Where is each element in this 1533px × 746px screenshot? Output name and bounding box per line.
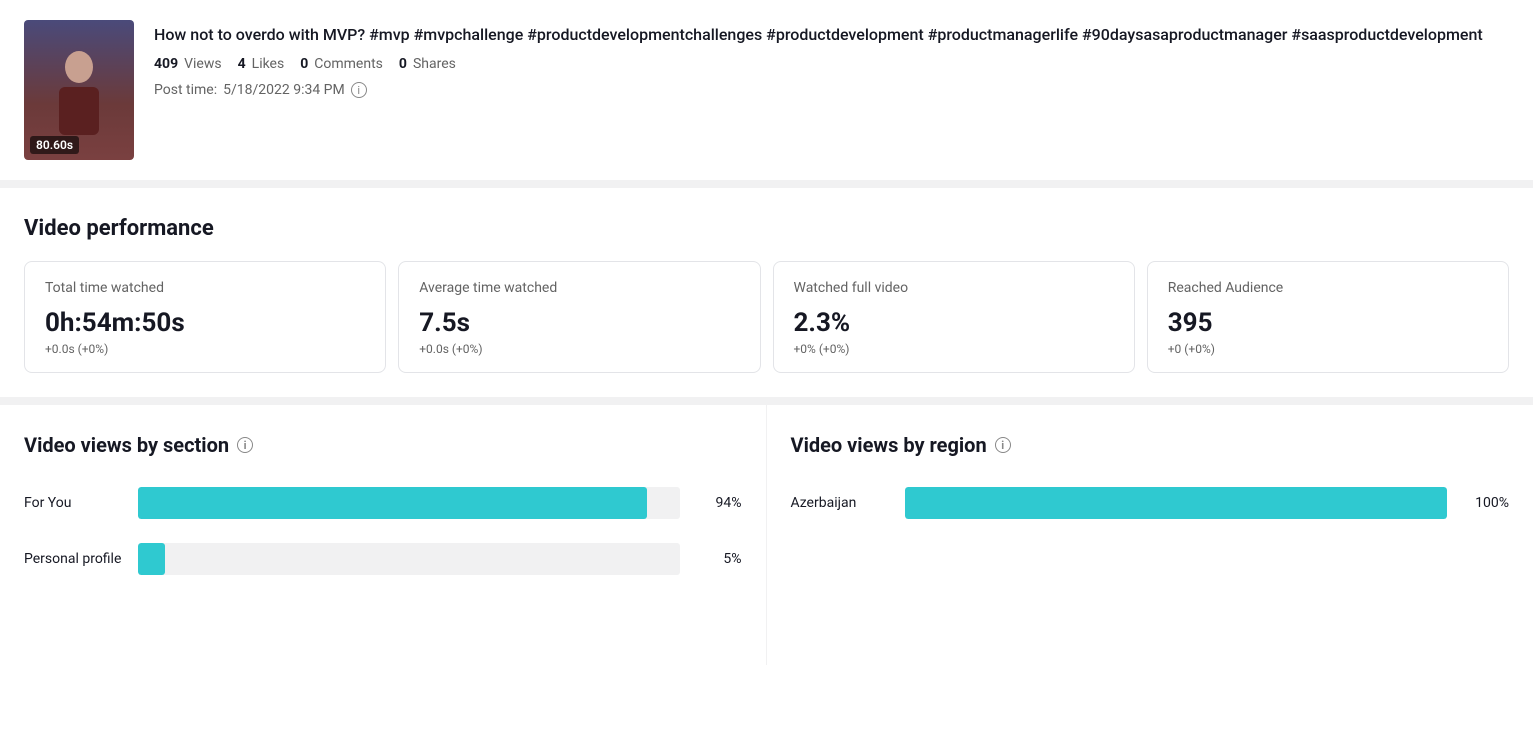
comments-count: 0 (300, 56, 308, 72)
metric-card: Watched full video 2.3% +0% (+0%) (773, 261, 1135, 373)
bar-track (138, 543, 680, 575)
bar-fill (138, 543, 165, 575)
views-by-region-title: Video views by region i (791, 433, 1510, 457)
metric-value: 0h:54m:50s (45, 308, 365, 338)
shares-label: Shares (413, 56, 456, 72)
bar-label: Azerbaijan (791, 495, 891, 511)
views-by-region-panel: Video views by region i Azerbaijan 100% (767, 405, 1533, 665)
likes-label: Likes (252, 56, 285, 72)
metric-change: +0% (+0%) (794, 342, 1114, 356)
bar-track (905, 487, 1448, 519)
bar-label: Personal profile (24, 551, 124, 567)
bar-fill (905, 487, 1448, 519)
views-by-section-info-icon[interactable]: i (237, 437, 253, 453)
post-section: 80.60s How not to overdo with MVP? #mvp … (0, 0, 1533, 188)
bar-fill (138, 487, 647, 519)
comments-label: Comments (314, 56, 383, 72)
metric-change: +0.0s (+0%) (45, 342, 365, 356)
post-title: How not to overdo with MVP? #mvp #mvpcha… (154, 24, 1509, 46)
metric-card: Total time watched 0h:54m:50s +0.0s (+0%… (24, 261, 386, 373)
post-time: Post time: 5/18/2022 9:34 PM i (154, 82, 1509, 98)
metric-label: Average time watched (419, 280, 739, 296)
bar-row: For You 94% (24, 487, 742, 519)
metric-label: Total time watched (45, 280, 365, 296)
metric-change: +0.0s (+0%) (419, 342, 739, 356)
metric-card: Average time watched 7.5s +0.0s (+0%) (398, 261, 760, 373)
video-duration: 80.60s (30, 136, 79, 154)
views-by-section-title: Video views by section i (24, 433, 742, 457)
bar-percent: 5% (694, 551, 742, 567)
bar-track (138, 487, 680, 519)
metric-card: Reached Audience 395 +0 (+0%) (1147, 261, 1509, 373)
bar-row: Azerbaijan 100% (791, 487, 1510, 519)
post-info: How not to overdo with MVP? #mvp #mvpcha… (154, 20, 1509, 98)
metric-change: +0 (+0%) (1168, 342, 1488, 356)
views-by-section-panel: Video views by section i For You 94% Per… (0, 405, 767, 665)
views-by-region-info-icon[interactable]: i (995, 437, 1011, 453)
video-thumbnail[interactable]: 80.60s (24, 20, 134, 160)
bar-row: Personal profile 5% (24, 543, 742, 575)
metric-value: 2.3% (794, 308, 1114, 338)
charts-section: Video views by section i For You 94% Per… (0, 405, 1533, 665)
views-by-region-bars: Azerbaijan 100% (791, 487, 1510, 519)
metric-value: 7.5s (419, 308, 739, 338)
post-time-info-icon[interactable]: i (351, 82, 367, 98)
views-count: 409 (154, 56, 178, 72)
bar-label: For You (24, 495, 124, 511)
metric-label: Reached Audience (1168, 280, 1488, 296)
views-by-section-bars: For You 94% Personal profile 5% (24, 487, 742, 575)
metric-value: 395 (1168, 308, 1488, 338)
performance-title: Video performance (24, 216, 1509, 241)
post-time-label: Post time: (154, 82, 217, 98)
metric-label: Watched full video (794, 280, 1114, 296)
views-label: Views (184, 56, 222, 72)
post-time-value: 5/18/2022 9:34 PM (223, 82, 345, 98)
performance-section: Video performance Total time watched 0h:… (0, 188, 1533, 405)
shares-count: 0 (399, 56, 407, 72)
post-stats: 409 Views 4 Likes 0 Comments 0 Shares (154, 56, 1509, 72)
bar-percent: 100% (1461, 495, 1509, 511)
likes-count: 4 (238, 56, 246, 72)
bar-percent: 94% (694, 495, 742, 511)
metrics-grid: Total time watched 0h:54m:50s +0.0s (+0%… (24, 261, 1509, 373)
